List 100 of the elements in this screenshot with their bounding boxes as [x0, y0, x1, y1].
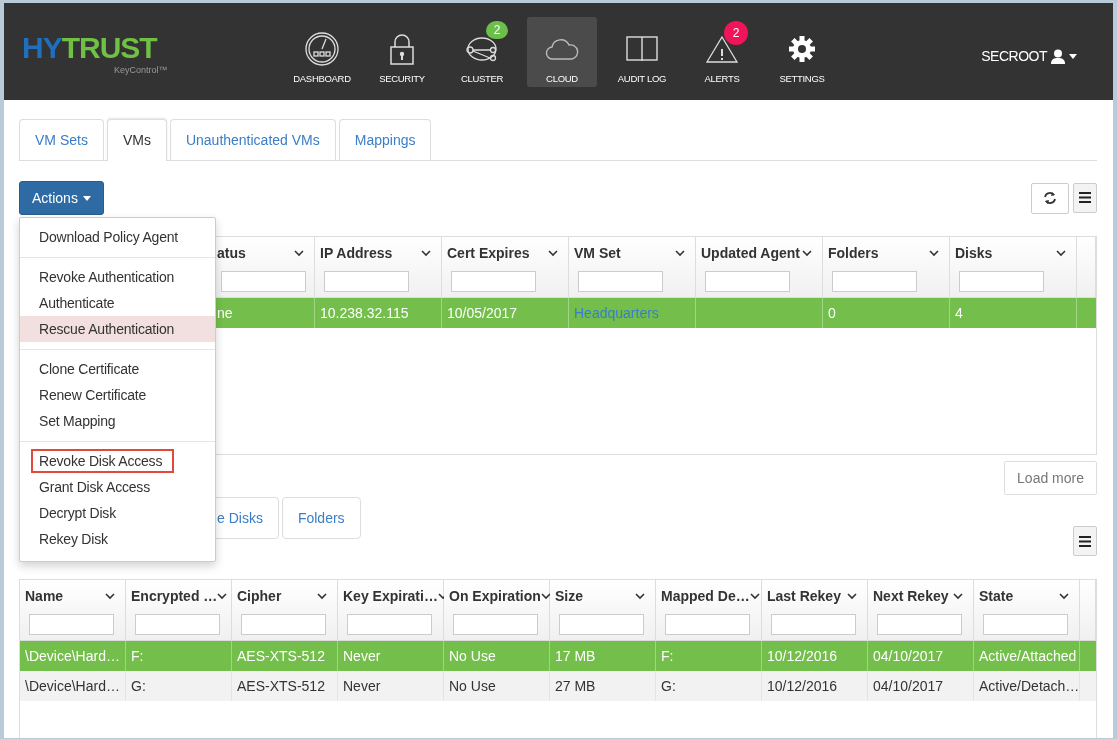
notification-badge: 2	[486, 21, 508, 39]
table-cell: Active/Detach…	[979, 678, 1079, 694]
sort-icon[interactable]	[317, 592, 327, 600]
table-row[interactable]: \Device\Hard… G: AES-XTS-512 Never No Use 27 MB G: 10/12/2016 04/10/2017 Active/Detach…	[20, 671, 1096, 701]
column-header[interactable]: Last Rekey	[762, 580, 868, 641]
actions-button[interactable]: Actions	[19, 181, 104, 215]
warning-icon	[706, 35, 738, 63]
table-cell: Never	[343, 648, 381, 664]
nav-item[interactable]: AUDIT LOG	[607, 17, 677, 87]
sort-icon[interactable]	[847, 592, 857, 600]
table-cell: \Device\Hard…	[25, 648, 120, 664]
refresh-button[interactable]	[1031, 182, 1069, 214]
nav-item[interactable]: 2 CLUSTER	[447, 17, 517, 87]
filter-field[interactable]	[665, 614, 750, 635]
sort-icon[interactable]	[953, 592, 963, 600]
column-header[interactable]: Next Rekey	[868, 580, 974, 641]
column-title: atus	[217, 245, 246, 261]
gauge-icon	[305, 32, 339, 66]
filter-field[interactable]	[241, 614, 326, 635]
sort-icon[interactable]	[548, 249, 558, 257]
filter-field[interactable]	[29, 614, 114, 635]
column-header[interactable]: Mapped De…	[656, 580, 762, 641]
cloud-icon	[545, 37, 579, 61]
menu-item[interactable]: Download Policy Agent	[20, 224, 215, 250]
filter-field[interactable]	[135, 614, 220, 635]
filter-field[interactable]	[771, 614, 856, 635]
column-header[interactable]: Updated Agent	[696, 237, 823, 298]
user-menu[interactable]: SECROOT	[981, 48, 1077, 64]
column-header[interactable]: Key Expirati…	[338, 580, 444, 641]
tab[interactable]: VMs	[106, 119, 167, 161]
column-header[interactable]: Disks	[950, 237, 1077, 298]
menu-item[interactable]: Renew Certificate	[20, 382, 215, 408]
logo-text: TRUST	[61, 33, 157, 63]
nav-item[interactable]: SECURITY	[367, 17, 437, 87]
nav-item[interactable]: CLOUD	[527, 17, 597, 87]
sort-icon[interactable]	[217, 592, 228, 600]
filter-field[interactable]	[453, 614, 538, 635]
menu-item[interactable]: Revoke Authentication	[20, 264, 215, 290]
filter-field[interactable]	[451, 271, 536, 292]
menu-item[interactable]: Grant Disk Access	[20, 474, 215, 500]
column-header[interactable]: State	[974, 580, 1080, 641]
tab[interactable]: Unauthenticated VMs	[169, 119, 336, 160]
column-title: Size	[555, 588, 583, 604]
logo[interactable]: HYTRUST KeyControl™	[22, 33, 172, 79]
table-cell: 10.238.32.115	[320, 305, 409, 321]
column-header[interactable]: Cipher	[232, 580, 338, 641]
notification-badge: 2	[724, 21, 748, 45]
column-title: Disks	[955, 245, 993, 261]
column-header[interactable]: On Expiration	[444, 580, 550, 641]
load-more-button[interactable]: Load more	[1004, 461, 1097, 495]
table-cell: 10/12/2016	[767, 648, 838, 664]
logo-subtitle: KeyControl™	[114, 65, 168, 75]
sort-icon[interactable]	[294, 249, 304, 257]
filter-field[interactable]	[578, 271, 663, 292]
tab[interactable]: Folders	[281, 497, 361, 539]
column-title: Cipher	[237, 588, 282, 604]
nav-item[interactable]: 2 ALERTS	[687, 17, 757, 87]
sort-icon[interactable]	[1059, 592, 1069, 600]
table-cell: No Use	[449, 678, 496, 694]
column-header[interactable]: VM Set	[569, 237, 696, 298]
filter-field[interactable]	[832, 271, 917, 292]
sort-icon[interactable]	[105, 592, 115, 600]
filter-field[interactable]	[959, 271, 1044, 292]
caret-icon	[82, 195, 91, 201]
sort-icon[interactable]	[929, 249, 939, 257]
table-cell: No Use	[449, 648, 496, 664]
filter-field[interactable]	[877, 614, 962, 635]
tab[interactable]: Mappings	[338, 119, 432, 160]
columns-menu-button[interactable]	[1073, 182, 1097, 213]
filter-field[interactable]	[324, 271, 409, 292]
sort-icon[interactable]	[421, 249, 431, 257]
nav-item[interactable]: SETTINGS	[767, 17, 837, 87]
menu-item[interactable]: Rescue Authentication	[20, 316, 215, 342]
nav-item[interactable]: DASHBOARD	[287, 17, 357, 87]
table-cell: G:	[131, 678, 146, 694]
column-header[interactable]: IP Address	[315, 237, 442, 298]
tab[interactable]: VM Sets	[19, 119, 104, 160]
filter-field[interactable]	[347, 614, 432, 635]
sort-icon[interactable]	[675, 249, 685, 257]
sort-icon[interactable]	[635, 592, 645, 600]
filter-field[interactable]	[705, 271, 790, 292]
column-title: Mapped De…	[661, 588, 750, 604]
column-header[interactable]: Name	[20, 580, 126, 641]
sort-icon[interactable]	[1056, 249, 1066, 257]
table-cell: \Device\Hard…	[25, 678, 120, 694]
sort-icon[interactable]	[540, 592, 551, 600]
column-header[interactable]: Folders	[823, 237, 950, 298]
filter-field[interactable]	[559, 614, 644, 635]
column-header[interactable]: Encrypted …	[126, 580, 232, 641]
sort-icon[interactable]	[802, 249, 812, 257]
column-header[interactable]: Size	[550, 580, 656, 641]
column-title: Name	[25, 588, 64, 604]
table-cell: 04/10/2017	[873, 648, 944, 664]
menu-item[interactable]: Clone Certificate	[20, 356, 215, 382]
filter-field[interactable]	[221, 271, 306, 292]
filter-field[interactable]	[983, 614, 1068, 635]
menu-item[interactable]: Set Mapping	[20, 408, 215, 434]
column-header[interactable]: Cert Expires	[442, 237, 569, 298]
columns-menu-button[interactable]	[1073, 526, 1097, 556]
sort-icon[interactable]	[749, 592, 760, 600]
